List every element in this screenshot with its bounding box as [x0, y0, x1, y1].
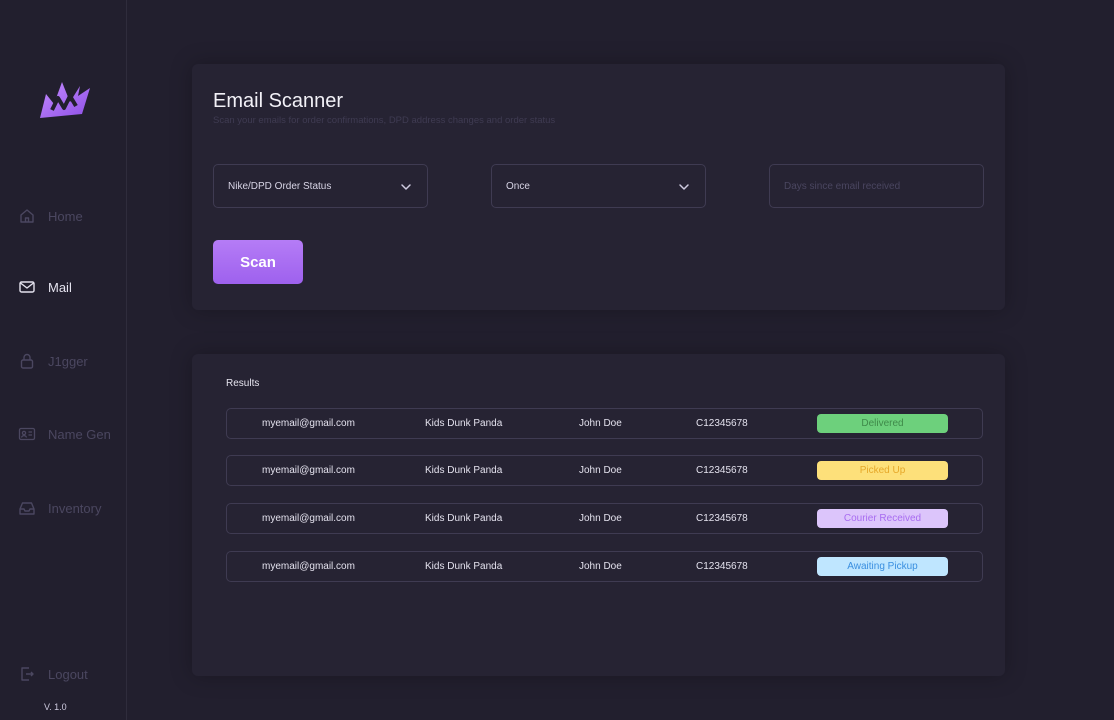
- scan-type-value: Nike/DPD Order Status: [228, 180, 332, 192]
- chevron-down-icon: [401, 184, 411, 190]
- cell-name: John Doe: [579, 465, 622, 476]
- sidebar-item-label: Inventory: [48, 500, 102, 516]
- cell-email: myemail@gmail.com: [262, 418, 355, 429]
- table-row[interactable]: myemail@gmail.com Kids Dunk Panda John D…: [226, 503, 983, 534]
- home-icon: [20, 209, 34, 223]
- email-scanner-card: Email Scanner Scan your emails for order…: [192, 64, 1005, 310]
- sidebar-item-mail[interactable]: Mail: [18, 275, 123, 299]
- scan-button[interactable]: Scan: [213, 240, 303, 284]
- cell-order: C12345678: [696, 465, 748, 476]
- inbox-icon: [19, 502, 35, 515]
- scan-type-select[interactable]: Nike/DPD Order Status: [213, 164, 428, 208]
- sidebar-item-label: Mail: [48, 279, 72, 295]
- cell-name: John Doe: [579, 418, 622, 429]
- sidebar-item-name-gen[interactable]: Name Gen: [18, 422, 123, 446]
- crown-logo-icon: [40, 82, 90, 118]
- logout-icon: [21, 667, 34, 681]
- table-row[interactable]: myemail@gmail.com Kids Dunk Panda John D…: [226, 551, 983, 582]
- frequency-select[interactable]: Once: [491, 164, 706, 208]
- cell-email: myemail@gmail.com: [262, 513, 355, 524]
- cell-order: C12345678: [696, 418, 748, 429]
- frequency-value: Once: [506, 180, 530, 192]
- cell-name: John Doe: [579, 561, 622, 572]
- cell-order: C12345678: [696, 513, 748, 524]
- status-badge: Courier Received: [817, 509, 948, 528]
- app-window: Home Mail J1gger Name Gen Inventory Logo…: [0, 0, 1114, 720]
- table-row[interactable]: myemail@gmail.com Kids Dunk Panda John D…: [226, 408, 983, 439]
- page-subtitle: Scan your emails for order confirmations…: [213, 115, 556, 126]
- mail-icon: [19, 281, 35, 293]
- id-card-icon: [18, 427, 36, 441]
- sidebar: Home Mail J1gger Name Gen Inventory Logo…: [0, 0, 127, 720]
- results-heading: Results: [226, 378, 260, 389]
- cell-name: John Doe: [579, 513, 622, 524]
- lock-icon: [20, 353, 34, 369]
- table-row[interactable]: myemail@gmail.com Kids Dunk Panda John D…: [226, 455, 983, 486]
- cell-email: myemail@gmail.com: [262, 561, 355, 572]
- chevron-down-icon: [679, 184, 689, 190]
- logout-button[interactable]: Logout: [18, 662, 123, 686]
- version-label: V. 1.0: [44, 702, 67, 712]
- days-since-input[interactable]: [769, 164, 984, 208]
- status-badge: Picked Up: [817, 461, 948, 480]
- results-card: Results myemail@gmail.com Kids Dunk Pand…: [192, 354, 1005, 676]
- sidebar-item-inventory[interactable]: Inventory: [18, 496, 123, 520]
- logout-label: Logout: [48, 666, 88, 682]
- status-badge: Awaiting Pickup: [817, 557, 948, 576]
- sidebar-item-home[interactable]: Home: [18, 204, 123, 228]
- cell-product: Kids Dunk Panda: [425, 513, 503, 524]
- status-badge: Delivered: [817, 414, 948, 433]
- sidebar-item-label: Home: [48, 208, 83, 224]
- cell-product: Kids Dunk Panda: [425, 561, 503, 572]
- cell-product: Kids Dunk Panda: [425, 465, 503, 476]
- sidebar-item-label: Name Gen: [48, 426, 111, 442]
- page-title: Email Scanner: [213, 90, 344, 112]
- cell-product: Kids Dunk Panda: [425, 418, 503, 429]
- sidebar-item-label: J1gger: [48, 353, 88, 369]
- cell-email: myemail@gmail.com: [262, 465, 355, 476]
- cell-order: C12345678: [696, 561, 748, 572]
- sidebar-item-jigger[interactable]: J1gger: [18, 349, 123, 373]
